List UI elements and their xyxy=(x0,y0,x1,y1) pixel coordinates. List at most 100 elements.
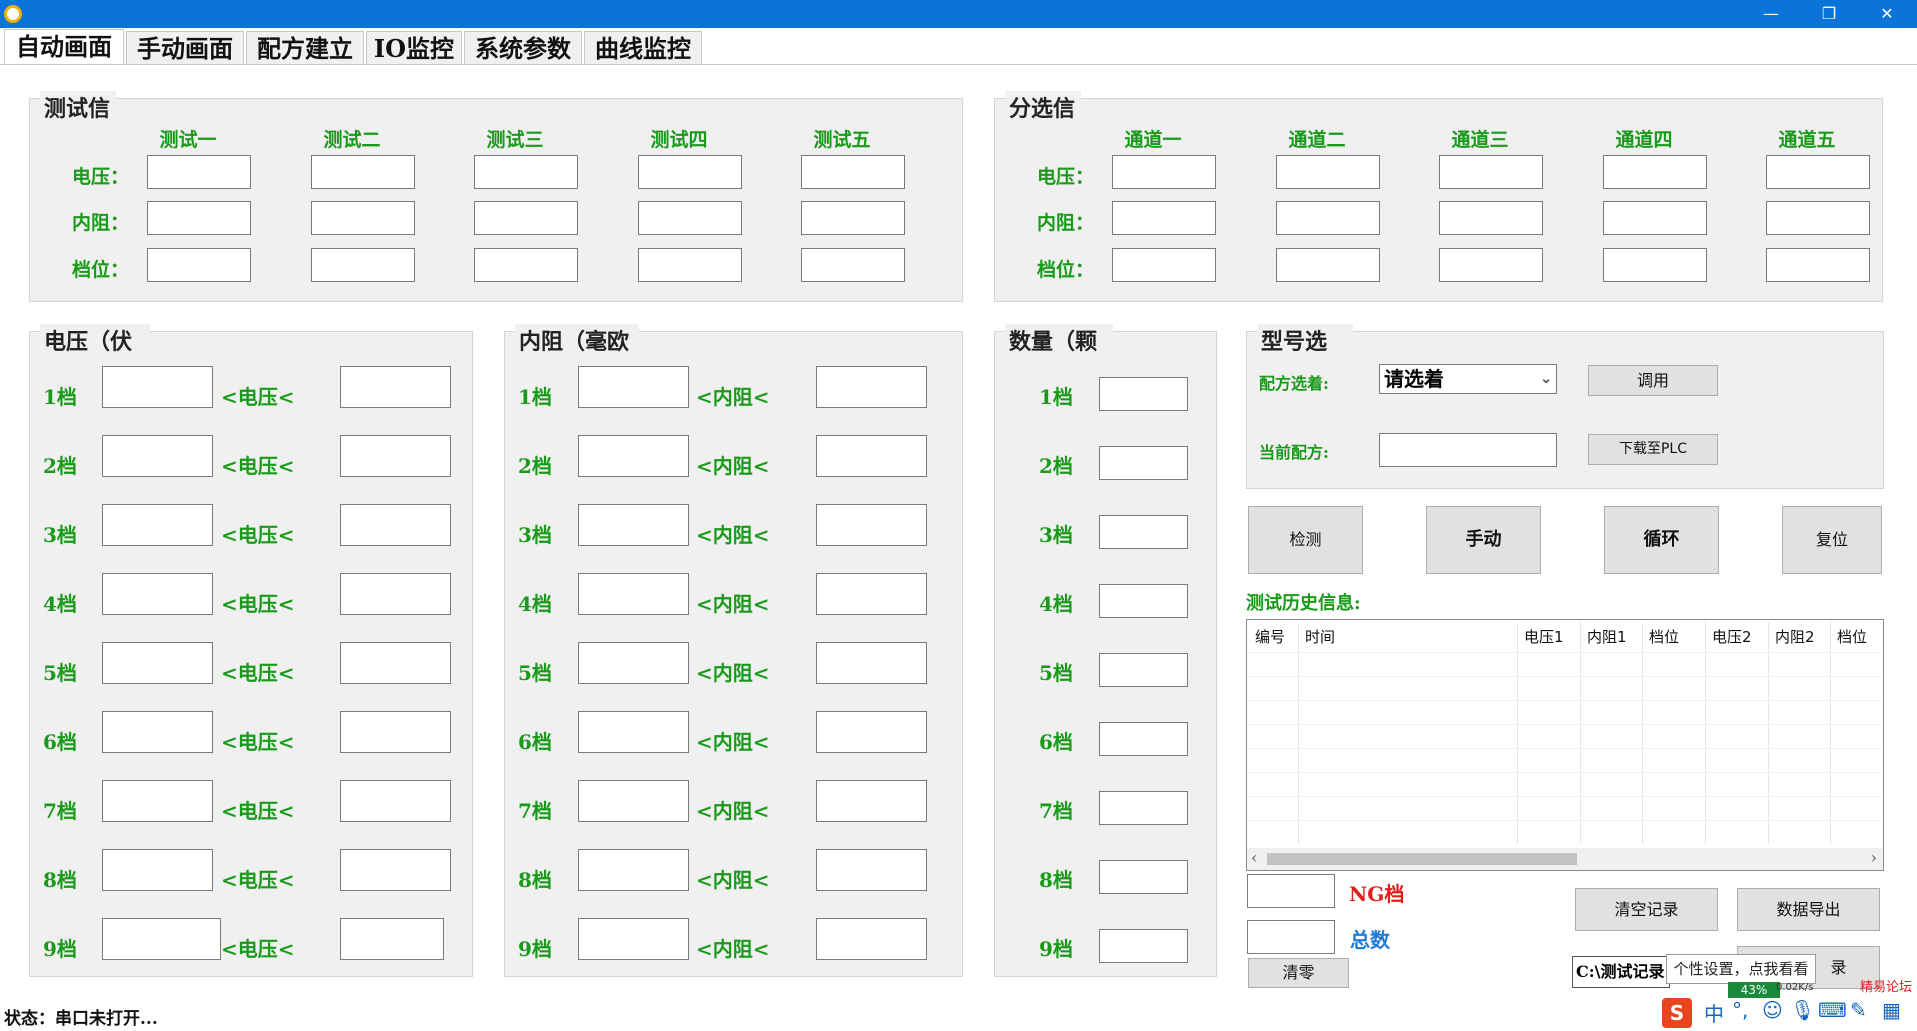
call-button[interactable]: 调用 xyxy=(1588,365,1718,396)
count-field[interactable] xyxy=(1099,653,1188,687)
tools-icon[interactable]: ✎ xyxy=(1850,998,1867,1022)
resistance-max-field[interactable] xyxy=(816,366,927,408)
cycle-button[interactable]: 循环 xyxy=(1604,506,1719,574)
scrollbar-thumb[interactable] xyxy=(1267,853,1577,865)
resistance-min-field[interactable] xyxy=(578,504,689,546)
resistance-max-field[interactable] xyxy=(816,918,927,960)
voltage-max-field[interactable] xyxy=(340,711,451,753)
test5-voltage-field[interactable] xyxy=(801,155,905,189)
resistance-min-field[interactable] xyxy=(578,435,689,477)
resistance-max-field[interactable] xyxy=(816,504,927,546)
voltage-min-field[interactable] xyxy=(102,711,213,753)
ime-mode-icon[interactable]: 中 xyxy=(1704,998,1724,1027)
count-field[interactable] xyxy=(1099,446,1188,480)
test3-resistance-field[interactable] xyxy=(474,201,578,235)
resistance-max-field[interactable] xyxy=(816,711,927,753)
clear-zero-button[interactable]: 清零 xyxy=(1248,958,1349,988)
channel1-level-field[interactable] xyxy=(1112,248,1216,282)
test3-level-field[interactable] xyxy=(474,248,578,282)
voltage-max-field[interactable] xyxy=(340,504,451,546)
channel2-resistance-field[interactable] xyxy=(1276,201,1380,235)
reset-button[interactable]: 复位 xyxy=(1782,506,1882,574)
channel5-voltage-field[interactable] xyxy=(1766,155,1870,189)
test1-voltage-field[interactable] xyxy=(147,155,251,189)
voltage-max-field[interactable] xyxy=(340,435,451,477)
minimize-button[interactable]: — xyxy=(1742,0,1800,28)
channel1-resistance-field[interactable] xyxy=(1112,201,1216,235)
channel2-level-field[interactable] xyxy=(1276,248,1380,282)
detect-button[interactable]: 检测 xyxy=(1248,506,1363,574)
resistance-min-field[interactable] xyxy=(578,642,689,684)
resistance-min-field[interactable] xyxy=(578,849,689,891)
channel4-level-field[interactable] xyxy=(1603,248,1707,282)
tab-auto[interactable]: 自动画面 xyxy=(4,29,124,65)
channel1-voltage-field[interactable] xyxy=(1112,155,1216,189)
resistance-min-field[interactable] xyxy=(578,918,689,960)
channel2-voltage-field[interactable] xyxy=(1276,155,1380,189)
resistance-min-field[interactable] xyxy=(578,711,689,753)
voltage-min-field[interactable] xyxy=(102,504,213,546)
sogou-ime-icon[interactable]: S xyxy=(1662,998,1692,1028)
horizontal-scrollbar[interactable]: ‹ › xyxy=(1247,848,1883,870)
resistance-max-field[interactable] xyxy=(816,780,927,822)
tab-io[interactable]: IO监控 xyxy=(366,31,462,65)
tab-recipe[interactable]: 配方建立 xyxy=(246,31,364,65)
resistance-max-field[interactable] xyxy=(816,849,927,891)
current-recipe-field[interactable] xyxy=(1379,433,1557,467)
manual-button[interactable]: 手动 xyxy=(1426,506,1541,574)
tab-params[interactable]: 系统参数 xyxy=(464,31,582,65)
resistance-min-field[interactable] xyxy=(578,573,689,615)
recipe-select[interactable]: 请选着 ⌄ xyxy=(1379,364,1557,394)
test1-level-field[interactable] xyxy=(147,248,251,282)
resistance-max-field[interactable] xyxy=(816,573,927,615)
test5-resistance-field[interactable] xyxy=(801,201,905,235)
voltage-max-field[interactable] xyxy=(340,573,451,615)
voltage-min-field[interactable] xyxy=(102,780,213,822)
voltage-min-field[interactable] xyxy=(102,849,213,891)
count-field[interactable] xyxy=(1099,722,1188,756)
test2-resistance-field[interactable] xyxy=(311,201,415,235)
emoji-icon[interactable]: ☺ xyxy=(1762,998,1783,1022)
clear-records-button[interactable]: 清空记录 xyxy=(1575,888,1718,931)
test4-level-field[interactable] xyxy=(638,248,742,282)
test4-resistance-field[interactable] xyxy=(638,201,742,235)
count-field[interactable] xyxy=(1099,515,1188,549)
scroll-left-icon[interactable]: ‹ xyxy=(1251,848,1257,867)
resistance-max-field[interactable] xyxy=(816,642,927,684)
voltage-min-field[interactable] xyxy=(102,366,213,408)
count-field[interactable] xyxy=(1099,377,1188,411)
resistance-max-field[interactable] xyxy=(816,435,927,477)
count-field[interactable] xyxy=(1099,929,1188,963)
history-table[interactable]: 编号 时间 电压1 内阻1 档位 电压2 内阻2 档位 ‹ › xyxy=(1246,619,1884,871)
voltage-max-field[interactable] xyxy=(340,780,451,822)
voltage-max-field[interactable] xyxy=(340,918,444,960)
count-field[interactable] xyxy=(1099,791,1188,825)
channel3-voltage-field[interactable] xyxy=(1439,155,1543,189)
channel5-resistance-field[interactable] xyxy=(1766,201,1870,235)
channel4-resistance-field[interactable] xyxy=(1603,201,1707,235)
test2-voltage-field[interactable] xyxy=(311,155,415,189)
voltage-min-field[interactable] xyxy=(102,573,213,615)
keyboard-icon[interactable]: ⌨ xyxy=(1818,998,1847,1022)
count-field[interactable] xyxy=(1099,860,1188,894)
tab-curve[interactable]: 曲线监控 xyxy=(584,31,702,65)
test4-voltage-field[interactable] xyxy=(638,155,742,189)
test2-level-field[interactable] xyxy=(311,248,415,282)
microphone-icon[interactable]: 🎙 xyxy=(1790,998,1815,1022)
test1-resistance-field[interactable] xyxy=(147,201,251,235)
test3-voltage-field[interactable] xyxy=(474,155,578,189)
export-data-button[interactable]: 数据导出 xyxy=(1737,888,1880,931)
channel4-voltage-field[interactable] xyxy=(1603,155,1707,189)
punctuation-icon[interactable]: °, xyxy=(1732,998,1748,1022)
ng-count-field[interactable] xyxy=(1247,874,1335,908)
voltage-min-field[interactable] xyxy=(102,642,213,684)
channel3-level-field[interactable] xyxy=(1439,248,1543,282)
count-field[interactable] xyxy=(1099,584,1188,618)
resistance-min-field[interactable] xyxy=(578,366,689,408)
voltage-max-field[interactable] xyxy=(340,642,451,684)
total-count-field[interactable] xyxy=(1247,920,1335,954)
grid-icon[interactable]: ▦ xyxy=(1882,998,1901,1022)
restore-button[interactable]: ❐ xyxy=(1800,0,1858,28)
scroll-right-icon[interactable]: › xyxy=(1871,848,1877,867)
voltage-min-field[interactable] xyxy=(102,435,213,477)
